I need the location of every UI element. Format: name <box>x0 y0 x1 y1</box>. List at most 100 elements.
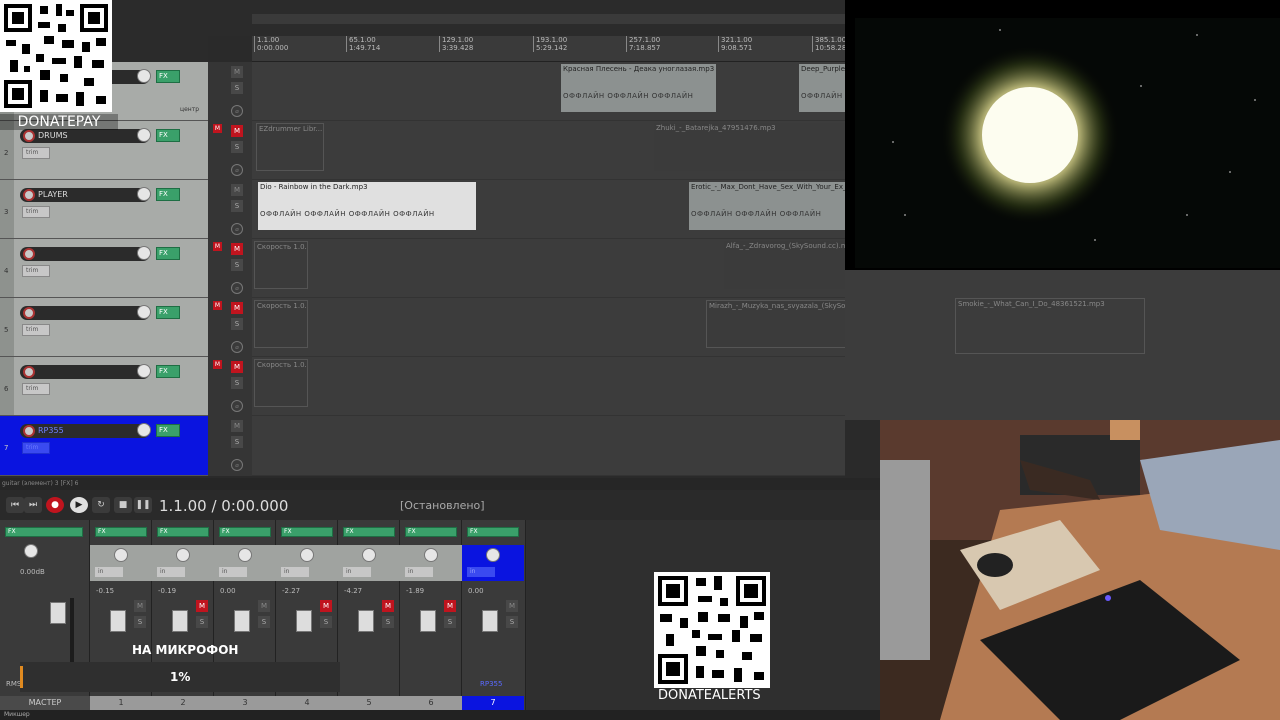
record-arm-button[interactable] <box>23 307 35 319</box>
record-arm-button[interactable] <box>23 189 35 201</box>
solo-button[interactable]: S <box>231 318 243 330</box>
mute-button[interactable]: M <box>196 600 208 612</box>
solo-button[interactable]: S <box>231 259 243 271</box>
track-4[interactable]: 4 FX trim <box>0 239 208 298</box>
volume-knob[interactable] <box>137 305 151 319</box>
record-arm-button[interactable] <box>23 425 35 437</box>
mute-button[interactable]: M <box>231 361 243 373</box>
mute-button[interactable]: M <box>231 125 243 137</box>
input-button[interactable]: in <box>157 567 185 577</box>
input-button[interactable]: in <box>467 567 495 577</box>
fx-button[interactable]: FX <box>343 527 395 537</box>
mute-button[interactable]: M <box>231 302 243 314</box>
track-name-box[interactable] <box>20 306 150 320</box>
media-item[interactable]: Dio - Rainbow in the Dark.mp3 ОФФЛАЙН ОФ… <box>258 182 476 230</box>
track-7[interactable]: 7 RP355 FX trim <box>0 416 208 476</box>
mixer-strip-7[interactable]: FX in 0.00 M S RP355 7 <box>462 520 526 710</box>
track-5[interactable]: 5 FX trim <box>0 298 208 357</box>
input-button[interactable]: in <box>281 567 309 577</box>
mute-button[interactable]: M <box>382 600 394 612</box>
input-button[interactable]: in <box>219 567 247 577</box>
master-fader[interactable] <box>50 602 66 624</box>
volume-fader[interactable] <box>482 610 498 632</box>
fx-button[interactable]: FX <box>156 188 180 201</box>
input-button[interactable]: in <box>95 567 123 577</box>
track-lane[interactable]: Красная Плесень - Деака уноглазая.mp3 ОФ… <box>252 62 845 121</box>
media-item[interactable]: Скорость 1.0... <box>254 359 308 407</box>
volume-knob[interactable] <box>137 187 151 201</box>
track-lane[interactable]: Скорость 1.0... <box>252 357 845 416</box>
fx-button[interactable]: FX <box>219 527 271 537</box>
arrange-view[interactable]: Красная Плесень - Деака уноглазая.mp3 ОФ… <box>252 62 958 476</box>
mute-button[interactable]: M <box>231 66 243 78</box>
solo-button[interactable]: S <box>258 616 270 628</box>
media-item[interactable]: Красная Плесень - Деака уноглазая.mp3 ОФ… <box>561 64 716 112</box>
volume-knob[interactable] <box>137 246 151 260</box>
mute-button[interactable]: M <box>258 600 270 612</box>
track-name-box[interactable] <box>20 247 150 261</box>
mute-button[interactable]: M <box>506 600 518 612</box>
fx-button[interactable]: FX <box>157 527 209 537</box>
mute-button[interactable]: M <box>231 420 243 432</box>
solo-button[interactable]: S <box>320 616 332 628</box>
fx-button[interactable]: FX <box>156 247 180 260</box>
phase-button[interactable]: ⌀ <box>231 223 243 235</box>
loop-button[interactable]: ↻ <box>92 497 110 513</box>
phase-button[interactable]: ⌀ <box>231 341 243 353</box>
pan-knob[interactable] <box>114 548 128 562</box>
fx-button[interactable]: FX <box>95 527 147 537</box>
fx-button[interactable]: FX <box>156 306 180 319</box>
volume-fader[interactable] <box>234 610 250 632</box>
mixer-strip-5[interactable]: FX in -4.27 M S 5 <box>338 520 400 710</box>
media-item[interactable]: Deep_Purple ОФФЛАЙН <box>799 64 845 112</box>
trim-button[interactable]: trim <box>22 265 50 277</box>
record-arm-button[interactable] <box>23 366 35 378</box>
play-button[interactable]: ▶ <box>70 497 88 513</box>
trim-button[interactable]: trim <box>22 442 50 454</box>
volume-knob[interactable] <box>137 69 151 83</box>
mute-button[interactable]: M <box>444 600 456 612</box>
mixer-strip-6[interactable]: FX in -1.89 M S 6 <box>400 520 462 710</box>
go-end-button[interactable]: ⏭ <box>24 497 42 513</box>
input-button[interactable]: in <box>405 567 433 577</box>
pan-knob[interactable] <box>300 548 314 562</box>
input-button[interactable]: in <box>343 567 371 577</box>
trim-button[interactable]: trim <box>22 147 50 159</box>
mute-button[interactable]: M <box>320 600 332 612</box>
volume-knob[interactable] <box>137 364 151 378</box>
trim-button[interactable]: trim <box>22 206 50 218</box>
solo-button[interactable]: S <box>231 377 243 389</box>
media-item[interactable]: Скорость 1.0... <box>254 241 308 289</box>
phase-button[interactable]: ⌀ <box>231 105 243 117</box>
phase-button[interactable]: ⌀ <box>231 164 243 176</box>
solo-button[interactable]: S <box>196 616 208 628</box>
track-lane[interactable]: Скорость 1.0... Mirazh_-_Muzyka_nas_svya… <box>252 298 958 357</box>
solo-button[interactable]: S <box>231 82 243 94</box>
solo-button[interactable]: S <box>382 616 394 628</box>
media-item[interactable]: Скорость 1.0... <box>254 300 308 348</box>
phase-button[interactable]: ⌀ <box>231 459 243 471</box>
phase-button[interactable]: ⌀ <box>231 282 243 294</box>
media-item[interactable]: Erotic_-_Max_Dont_Have_Sex_With_Your_Ex_… <box>689 182 845 230</box>
mute-button[interactable]: M <box>231 243 243 255</box>
volume-fader[interactable] <box>296 610 312 632</box>
track-lane[interactable]: Скорость 1.0... Alfa_-_Zdravorog_(SkySou… <box>252 239 845 298</box>
pan-knob[interactable] <box>238 548 252 562</box>
fx-button[interactable]: FX <box>405 527 457 537</box>
solo-button[interactable]: S <box>506 616 518 628</box>
volume-knob[interactable] <box>137 423 151 437</box>
media-item[interactable]: Smokie_-_What_Can_I_Do_48361521.mp3 <box>955 298 1145 354</box>
pan-knob[interactable] <box>176 548 190 562</box>
track-name-box[interactable] <box>20 365 150 379</box>
stop-button[interactable]: ■ <box>114 497 132 513</box>
trim-button[interactable]: trim <box>22 383 50 395</box>
go-start-button[interactable]: ⏮ <box>6 497 24 513</box>
fx-button[interactable]: FX <box>467 527 519 537</box>
timeline-ruler[interactable]: 1.1.00 0:00.000 65.1.00 1:49.714 129.1.00 3… <box>252 36 851 62</box>
pause-button[interactable]: ❚❚ <box>134 497 152 513</box>
record-arm-button[interactable] <box>23 130 35 142</box>
solo-button[interactable]: S <box>134 616 146 628</box>
track-3[interactable]: 3 PLAYER FX trim <box>0 180 208 239</box>
volume-knob[interactable] <box>137 128 151 142</box>
fx-button[interactable]: FX <box>281 527 333 537</box>
